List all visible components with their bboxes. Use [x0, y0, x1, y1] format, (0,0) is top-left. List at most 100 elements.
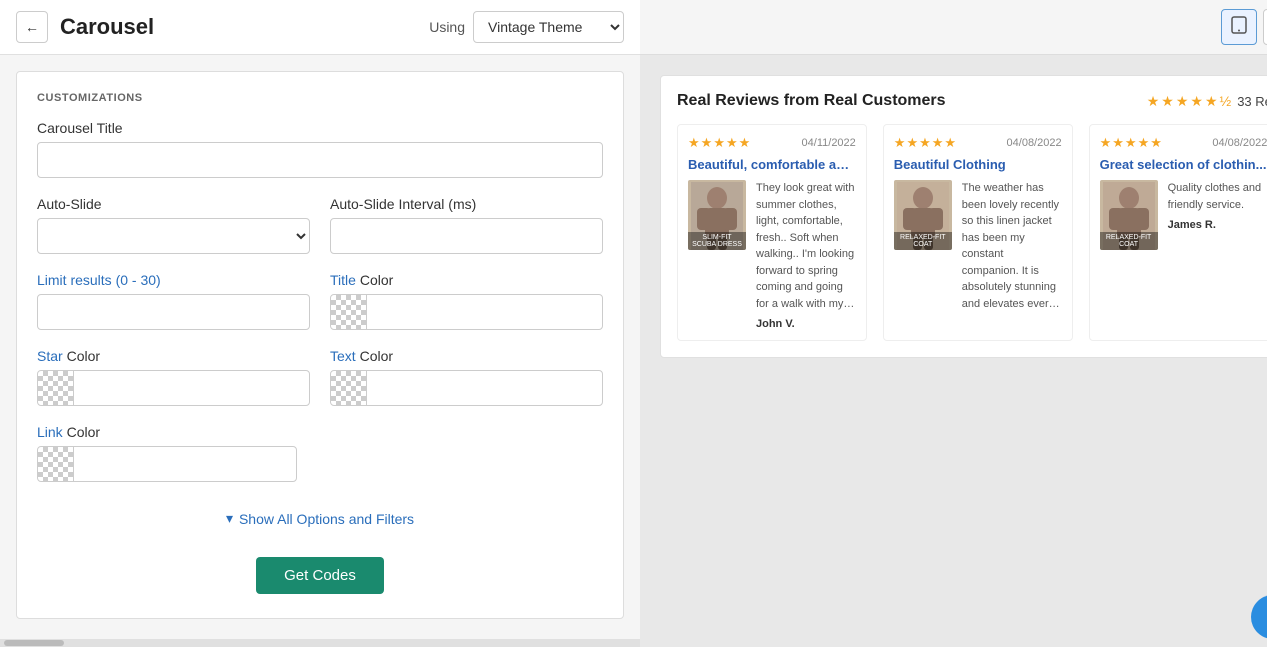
review-text-col: They look great with summer clothes, lig… [756, 180, 856, 330]
link-color-group: Link Color [37, 424, 297, 482]
review-body: RELAXED-FIT COAT The weather has been lo… [894, 180, 1062, 312]
get-codes-button[interactable]: Get Codes [256, 557, 384, 594]
summary-star-half: ½ [1220, 93, 1232, 110]
review-image-wrap: RELAXED-FIT COAT [894, 180, 954, 312]
review-star: ★ [1125, 135, 1137, 151]
text-color-group: Text Color [330, 348, 603, 406]
right-top-bar [640, 0, 1267, 55]
using-label: Using [429, 19, 465, 35]
text-color-text[interactable] [367, 380, 602, 396]
reviews-grid: ★★★★★ 04/11/2022 Beautiful, comfortable … [677, 124, 1267, 341]
review-star: ★ [1112, 135, 1124, 151]
auto-slide-row: Auto-Slide Yes No Auto-Slide Interval (m… [37, 196, 603, 254]
show-options-button[interactable]: ▾ Show All Options and Filters [226, 510, 414, 527]
review-item: ★★★★★ 04/08/2022 Beautiful Clothing RELA… [883, 124, 1073, 341]
auto-slide-interval-group: Auto-Slide Interval (ms) [330, 196, 603, 254]
desktop-device-button[interactable] [1263, 9, 1267, 45]
link-color-input-wrapper[interactable] [37, 446, 297, 482]
title-color-swatch [331, 295, 367, 329]
review-image-wrap: RELAXED-FIT COAT [1100, 180, 1160, 250]
bottom-scrollbar[interactable] [0, 639, 640, 647]
review-star: ★ [1138, 135, 1150, 151]
bottom-btn-area: + [640, 587, 1267, 647]
show-options-row: ▾ Show All Options and Filters [37, 500, 603, 547]
auto-slide-interval-label: Auto-Slide Interval (ms) [330, 196, 603, 212]
review-count: 33 Rev [1237, 94, 1267, 109]
carousel-title-group: Carousel Title [37, 120, 603, 178]
auto-slide-interval-input[interactable] [330, 218, 603, 254]
review-title: Beautiful, comfortable and pleas... [688, 157, 856, 172]
review-image-label: RELAXED-FIT COAT [894, 232, 952, 250]
reviews-header: Real Reviews from Real Customers ★ ★ ★ ★… [677, 92, 1267, 110]
auto-slide-select[interactable]: Yes No [37, 218, 310, 254]
circle-action-button[interactable]: + [1251, 595, 1267, 639]
review-image: RELAXED-FIT COAT [1100, 180, 1158, 250]
summary-star-5: ★ [1205, 93, 1218, 110]
review-star: ★ [944, 135, 956, 151]
review-star: ★ [919, 135, 931, 151]
star-color-text[interactable] [74, 380, 309, 396]
review-star: ★ [688, 135, 700, 151]
review-stars: ★★★★★ [1100, 135, 1162, 151]
review-image-label: SLIM-FIT SCUBA DRESS [688, 232, 746, 250]
star-color-input-wrapper[interactable] [37, 370, 310, 406]
review-image-label: RELAXED-FIT COAT [1100, 232, 1158, 250]
review-star: ★ [894, 135, 906, 151]
title-color-text[interactable] [367, 304, 602, 320]
star-color-label: Star Color [37, 348, 310, 364]
limit-results-label: Limit results (0 - 30) [37, 272, 310, 288]
review-star: ★ [701, 135, 713, 151]
link-color-text[interactable] [74, 456, 296, 472]
review-body: RELAXED-FIT COAT Quality clothes and fri… [1100, 180, 1267, 250]
title-color-group: Title Color [330, 272, 603, 330]
review-text-col: Quality clothes and friendly service. Ja… [1168, 180, 1267, 250]
text-color-highlight: Text [330, 348, 356, 364]
review-star: ★ [713, 135, 725, 151]
title-color-label: Title Color [330, 272, 603, 288]
review-stars: ★★★★★ [688, 135, 750, 151]
left-panel: ← Carousel Using Vintage Theme Modern Th… [0, 0, 640, 647]
reviews-section-title: Real Reviews from Real Customers [677, 92, 946, 110]
text-color-swatch [331, 371, 367, 405]
review-star: ★ [739, 135, 751, 151]
review-image: RELAXED-FIT COAT [894, 180, 952, 250]
limit-color-row: Limit results (0 - 30) Title Color [37, 272, 603, 330]
review-top: ★★★★★ 04/11/2022 [688, 135, 856, 151]
reviewer-name: John V. [756, 318, 856, 330]
page-title: Carousel [60, 14, 154, 40]
summary-stars: ★ ★ ★ ★ ★ ½ [1147, 93, 1232, 110]
summary-star-4: ★ [1190, 93, 1203, 110]
text-color-input-wrapper[interactable] [330, 370, 603, 406]
review-body: SLIM-FIT SCUBA DRESS They look great wit… [688, 180, 856, 330]
link-color-label: Link Color [37, 424, 297, 440]
carousel-title-label: Carousel Title [37, 120, 603, 136]
review-date: 04/11/2022 [802, 137, 856, 149]
review-date: 04/08/2022 [1212, 137, 1267, 149]
review-top: ★★★★★ 04/08/2022 [1100, 135, 1267, 151]
link-color-highlight: Link [37, 424, 63, 440]
right-panel: Real Reviews from Real Customers ★ ★ ★ ★… [640, 0, 1267, 647]
review-star: ★ [932, 135, 944, 151]
customizations-label: CUSTOMIZATIONS [37, 92, 603, 104]
reviews-summary: ★ ★ ★ ★ ★ ½ 33 Rev [1147, 93, 1267, 110]
auto-slide-group: Auto-Slide Yes No [37, 196, 310, 254]
text-color-label: Text Color [330, 348, 603, 364]
review-image: SLIM-FIT SCUBA DRESS [688, 180, 746, 250]
star-color-group: Star Color [37, 348, 310, 406]
bottom-scroll-thumb [4, 640, 64, 646]
review-title: Beautiful Clothing [894, 157, 1062, 172]
review-star: ★ [1100, 135, 1112, 151]
summary-star-2: ★ [1161, 93, 1174, 110]
customizations-panel: CUSTOMIZATIONS Carousel Title Auto-Slide… [16, 71, 624, 619]
theme-select[interactable]: Vintage Theme Modern Theme Classic Theme [473, 11, 624, 43]
review-date: 04/08/2022 [1007, 137, 1062, 149]
review-top: ★★★★★ 04/08/2022 [894, 135, 1062, 151]
back-button[interactable]: ← [16, 11, 48, 43]
star-text-color-row: Star Color Text Color [37, 348, 603, 406]
review-star: ★ [906, 135, 918, 151]
limit-results-input[interactable] [37, 294, 310, 330]
title-color-input-wrapper[interactable] [330, 294, 603, 330]
carousel-title-input[interactable] [37, 142, 603, 178]
tablet-device-button[interactable] [1221, 9, 1257, 45]
get-codes-row: Get Codes [37, 547, 603, 598]
